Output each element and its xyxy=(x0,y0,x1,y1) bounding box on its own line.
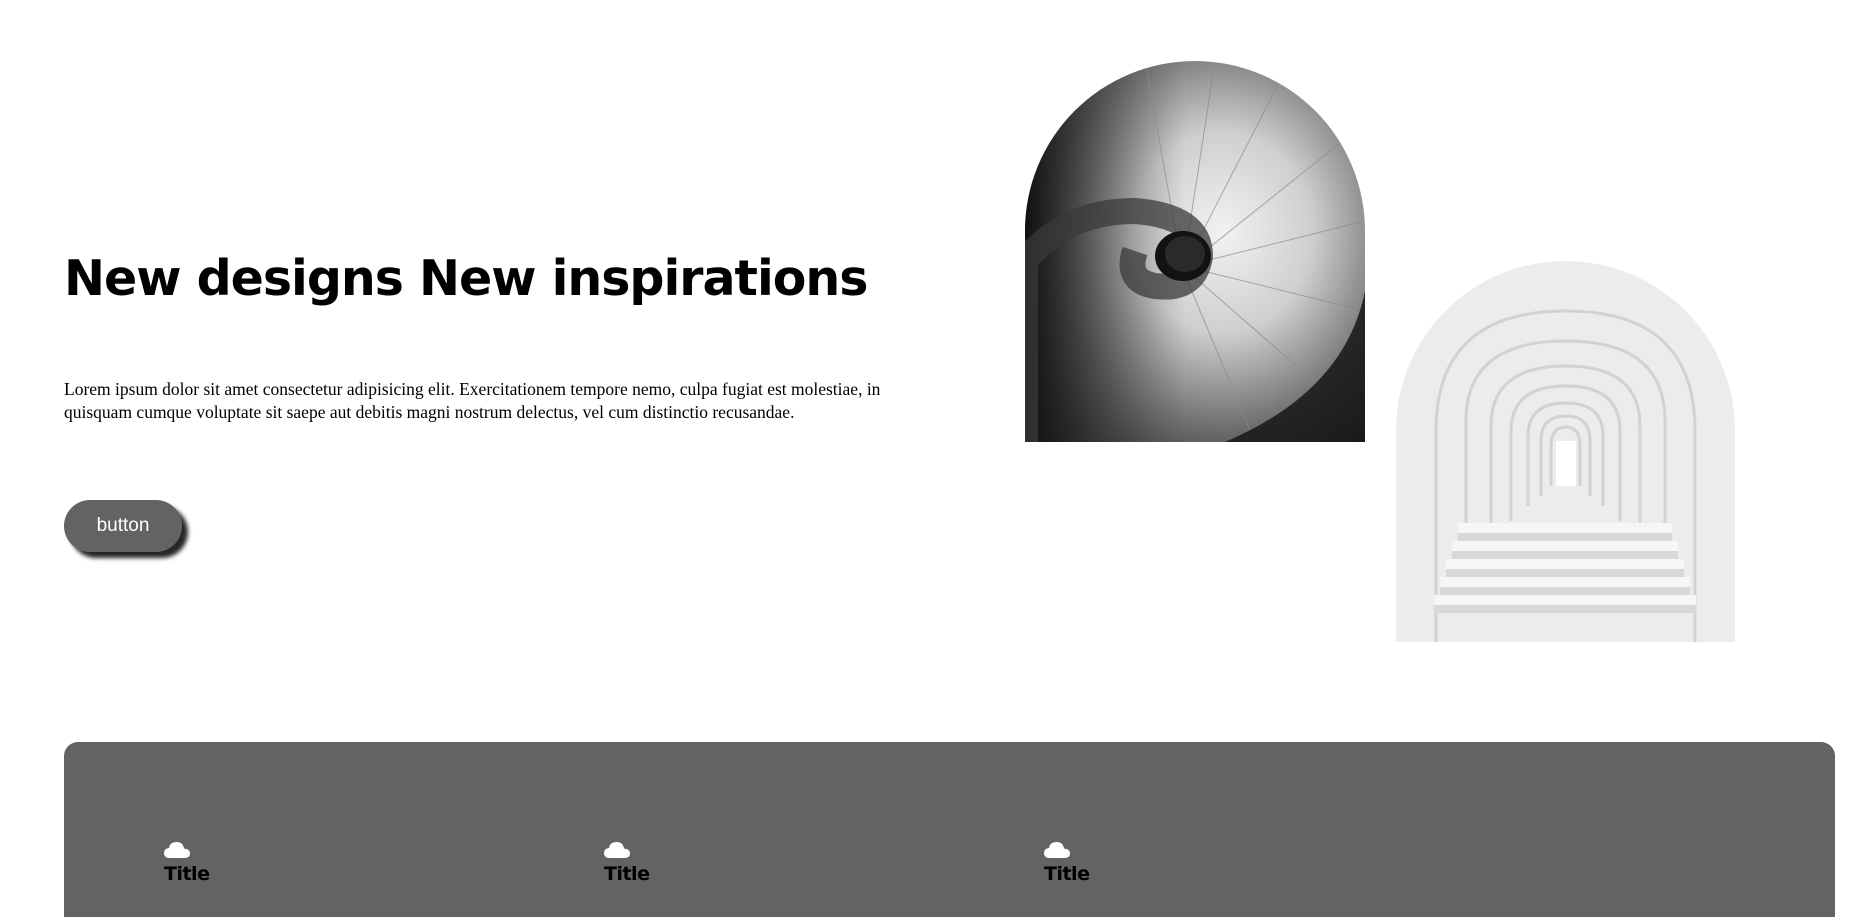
arched-corridor-image xyxy=(1396,261,1735,642)
cloud-icon xyxy=(164,842,190,858)
hero-description: Lorem ipsum dolor sit amet consectetur a… xyxy=(64,379,881,422)
feature-card: Title xyxy=(604,841,904,885)
feature-card: Title xyxy=(1044,841,1344,885)
feature-title: Title xyxy=(604,863,650,885)
hero-title: New designs New inspirations xyxy=(64,250,868,307)
feature-title: Title xyxy=(164,863,210,885)
cta-button[interactable]: button xyxy=(64,500,182,552)
feature-card: Title xyxy=(164,841,464,885)
spiral-staircase-image xyxy=(1025,61,1365,442)
cloud-icon xyxy=(604,842,630,858)
features-panel: Title Title Title xyxy=(64,742,1835,917)
feature-title: Title xyxy=(1044,863,1090,885)
cloud-icon xyxy=(1044,842,1070,858)
